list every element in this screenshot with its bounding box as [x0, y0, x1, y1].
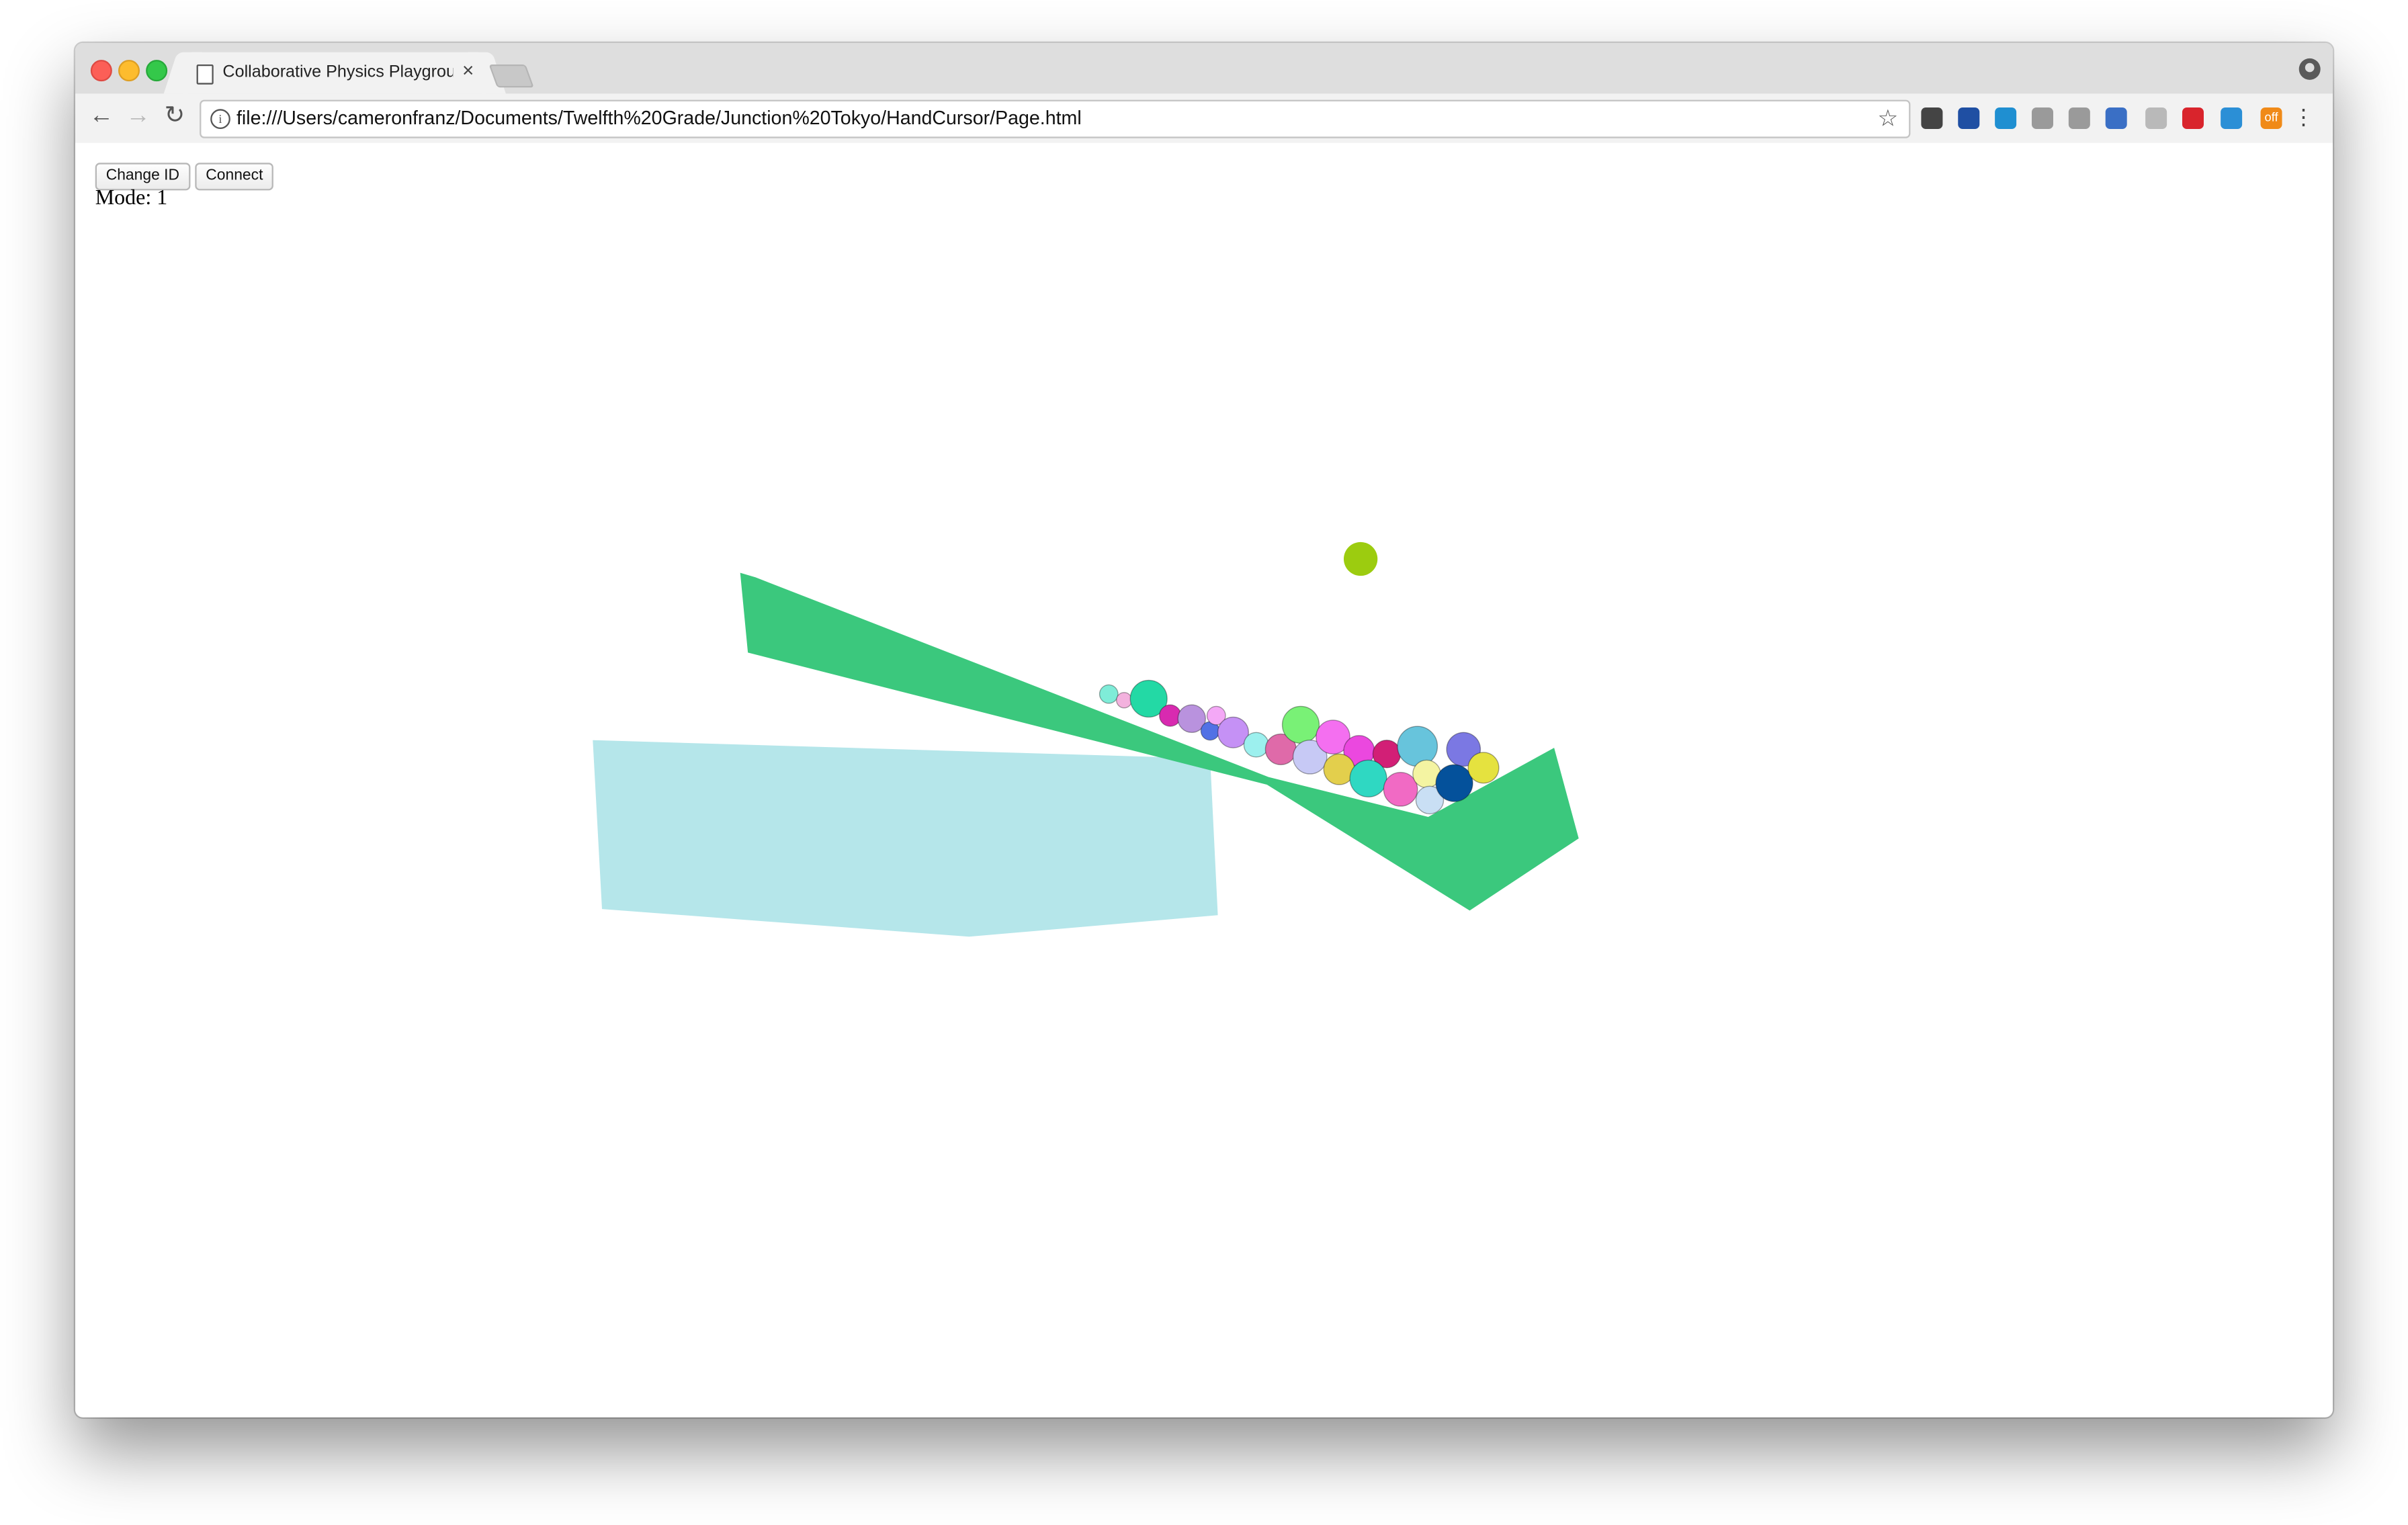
cyan-block-shape[interactable] [593, 740, 1218, 937]
profile-icon[interactable] [2298, 58, 2321, 80]
zoom-window-button[interactable] [146, 60, 168, 82]
ball[interactable] [1383, 772, 1418, 807]
pocket-icon[interactable] [1921, 107, 1943, 129]
ball[interactable] [1159, 704, 1182, 727]
comment-icon[interactable] [2145, 107, 2167, 129]
page-content: Change ID Connect Mode: 1 [75, 142, 2333, 1418]
ball[interactable] [1099, 684, 1119, 704]
back-arrow-icon[interactable]: ← [89, 103, 114, 130]
reload-icon[interactable]: ↻ [165, 103, 185, 130]
globe-icon[interactable] [2105, 107, 2127, 129]
target-icon[interactable] [1995, 107, 2017, 129]
browser-window: Collaborative Physics Playground × ← → ↻… [75, 42, 2333, 1418]
new-tab-button[interactable] [488, 64, 534, 88]
forward-arrow-icon[interactable]: → [126, 103, 150, 130]
address-bar[interactable]: i file:///Users/cameronfranz/Documents/T… [200, 99, 1911, 138]
browser-tab-active[interactable]: Collaborative Physics Playground × [163, 52, 506, 94]
document-icon [196, 64, 214, 85]
close-window-button[interactable] [90, 60, 112, 82]
minimize-window-button[interactable] [118, 60, 140, 82]
plus-cross-icon[interactable] [2182, 107, 2204, 129]
physics-canvas[interactable] [75, 143, 2333, 1418]
ball[interactable] [1243, 732, 1269, 758]
pin-icon[interactable] [2068, 107, 2090, 129]
ball[interactable] [1467, 752, 1500, 784]
ball[interactable] [1349, 759, 1387, 797]
tab-title: Collaborative Physics Playground [222, 62, 454, 82]
url-text[interactable]: file:///Users/cameronfranz/Documents/Twe… [236, 107, 1082, 129]
off-badge-icon[interactable]: off [2260, 107, 2282, 129]
ball[interactable] [1116, 692, 1133, 709]
y-icon[interactable] [2031, 107, 2053, 129]
ball[interactable] [1435, 764, 1473, 802]
browser-toolbar: ← → ↻ i file:///Users/cameronfranz/Docum… [75, 93, 2333, 144]
bookmark-star-icon[interactable]: ☆ [1877, 104, 1898, 132]
bar-chart-icon[interactable] [2221, 107, 2243, 129]
title-bar: Collaborative Physics Playground × [75, 42, 2333, 94]
eye-icon[interactable] [1958, 107, 1980, 129]
falling-ball[interactable] [1343, 541, 1378, 576]
ball[interactable] [1397, 726, 1438, 767]
menu-dots-icon[interactable]: ⋮ [2293, 103, 2315, 130]
info-icon[interactable]: i [210, 109, 230, 129]
tab-close-icon[interactable]: × [462, 59, 474, 81]
ball[interactable] [1281, 705, 1320, 744]
screenshot-stage: Collaborative Physics Playground × ← → ↻… [0, 0, 2408, 1525]
